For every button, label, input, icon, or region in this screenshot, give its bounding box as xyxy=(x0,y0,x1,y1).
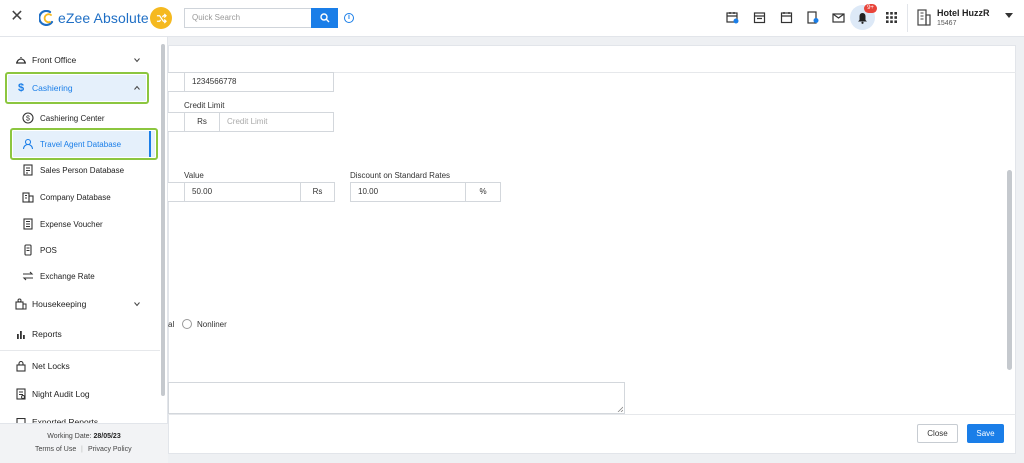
save-button[interactable]: Save xyxy=(967,424,1004,443)
logo-icon xyxy=(39,10,54,26)
calendar-check-icon[interactable] xyxy=(726,11,739,24)
brand-name: eZee Absolute xyxy=(58,10,149,26)
dollar-icon: $ xyxy=(17,82,25,94)
chevron-down-icon xyxy=(134,302,140,307)
sidebar-footer xyxy=(0,423,168,463)
search-button[interactable] xyxy=(311,8,338,28)
chevron-down-icon xyxy=(134,58,140,63)
close-button[interactable]: Close xyxy=(917,424,958,443)
radio-partial-label: al xyxy=(168,320,175,329)
document-badge-icon[interactable] xyxy=(806,11,819,24)
sidebar-item-company-database[interactable]: Company Database xyxy=(0,186,160,208)
discount-label: Discount on Standard Rates xyxy=(350,171,451,180)
resize-grip-icon[interactable] xyxy=(617,406,623,412)
working-date-label: Working Date: xyxy=(47,433,92,440)
lock-icon xyxy=(16,360,26,372)
sidebar-item-label: Housekeeping xyxy=(32,299,87,309)
sidebar-item-label: Expense Voucher xyxy=(40,219,103,229)
discount-input[interactable]: 10.00 xyxy=(350,182,466,202)
info-icon[interactable]: i xyxy=(344,13,354,23)
apps-grid-icon[interactable] xyxy=(886,12,897,23)
value-unit-addon: Rs xyxy=(300,182,335,202)
sidebar-item-night-audit-log[interactable]: Night Audit Log xyxy=(0,383,160,405)
user-icon xyxy=(22,138,34,150)
sidebar-item-reports[interactable]: Reports xyxy=(0,323,160,345)
calendar-list-icon[interactable] xyxy=(753,11,766,24)
sidebar-scrollbar-thumb[interactable] xyxy=(161,44,165,396)
sidebar-item-net-locks[interactable]: Net Locks xyxy=(0,355,160,377)
hotel-name[interactable]: Hotel HuzzR xyxy=(937,8,990,18)
privacy-link[interactable]: Privacy Policy xyxy=(88,446,132,453)
value-label: Value xyxy=(184,171,204,180)
sidebar-item-label: Net Locks xyxy=(32,361,70,371)
sidebar-item-exchange-rate[interactable]: Exchange Rate xyxy=(0,265,160,287)
sidebar-item-label: Sales Person Database xyxy=(40,165,125,175)
phone-prefix-field[interactable] xyxy=(168,72,185,92)
credit-currency-addon: Rs xyxy=(184,112,220,132)
bell-icon xyxy=(858,12,867,24)
sidebar-item-label: Cashiering xyxy=(32,83,73,93)
sidebar-item-pos[interactable]: POS xyxy=(0,239,160,261)
working-date: Working Date: 28/05/23 xyxy=(0,433,168,440)
sidebar-item-cashiering-center[interactable]: $ Cashiering Center xyxy=(0,107,160,129)
voucher-icon xyxy=(23,218,33,230)
calendar-icon[interactable] xyxy=(780,11,793,24)
sidebar-item-label: Front Office xyxy=(32,55,77,65)
sidebar-item-label: Travel Agent Database xyxy=(40,139,122,149)
value-prefix-field[interactable] xyxy=(168,182,185,202)
notification-badge: 9+ xyxy=(864,4,877,13)
bar-chart-icon xyxy=(17,331,25,339)
credit-limit-input[interactable]: Credit Limit xyxy=(219,112,334,132)
nonliner-label: Nonliner xyxy=(197,320,227,329)
main-scrollbar-thumb[interactable] xyxy=(1007,170,1012,370)
sidebar-item-label: Cashiering Center xyxy=(40,113,105,123)
nonliner-radio[interactable] xyxy=(182,319,192,329)
dollar-circle-icon: $ xyxy=(22,112,34,124)
credit-limit-label: Credit Limit xyxy=(184,101,225,110)
discount-unit-addon: % xyxy=(465,182,501,202)
top-bar: ✕ eZee Absolute Quick Search i 9+ Hotel … xyxy=(0,0,1024,37)
notes-textarea[interactable] xyxy=(168,382,625,414)
hotel-code: 15467 xyxy=(937,20,957,27)
value-input[interactable]: 50.00 xyxy=(184,182,301,202)
footer-separator: | xyxy=(81,446,83,453)
sidebar-item-expense-voucher[interactable]: Expense Voucher xyxy=(0,213,160,235)
quick-search-input[interactable]: Quick Search xyxy=(184,8,311,28)
chevron-up-icon xyxy=(134,85,140,90)
search-icon xyxy=(319,13,329,23)
working-date-value: 28/05/23 xyxy=(93,433,121,440)
sidebar-item-label: POS xyxy=(40,245,57,255)
sidebar-item-label: Exchange Rate xyxy=(40,271,95,281)
sidebar-item-front-office[interactable]: Front Office xyxy=(0,49,160,71)
hotel-building-icon xyxy=(917,9,931,26)
svg-text:$: $ xyxy=(26,116,30,123)
credit-prefix-field[interactable] xyxy=(168,112,185,132)
sidebar-item-housekeeping[interactable]: Housekeeping xyxy=(0,293,160,315)
building-icon xyxy=(22,192,34,203)
exchange-icon xyxy=(22,271,34,281)
credit-limit-placeholder: Credit Limit xyxy=(227,117,268,126)
shuffle-icon[interactable] xyxy=(150,7,172,29)
sidebar-item-travel-agent-database[interactable]: Travel Agent Database xyxy=(0,133,160,155)
topbar-divider xyxy=(907,4,908,32)
app-logo[interactable]: eZee Absolute xyxy=(39,9,149,27)
id-card-icon xyxy=(23,164,33,176)
pos-icon xyxy=(24,244,32,256)
footer-divider xyxy=(168,414,1016,415)
sidebar-item-label: Night Audit Log xyxy=(32,389,90,399)
close-menu-icon[interactable]: ✕ xyxy=(9,9,25,25)
mail-icon[interactable] xyxy=(832,11,845,24)
phone-field[interactable]: 1234566778 xyxy=(184,72,334,92)
terms-link[interactable]: Terms of Use xyxy=(35,446,76,453)
sidebar-item-cashiering[interactable]: $ Cashiering xyxy=(0,77,160,99)
log-icon xyxy=(16,388,26,400)
bell-desk-icon xyxy=(16,57,26,64)
sidebar-item-label: Reports xyxy=(32,329,62,339)
sidebar-item-label: Company Database xyxy=(40,192,111,202)
housekeeping-icon xyxy=(15,298,27,310)
hotel-dropdown-icon[interactable] xyxy=(1005,13,1013,18)
sidebar-item-sales-person-database[interactable]: Sales Person Database xyxy=(0,159,160,181)
sidebar-divider xyxy=(0,350,160,351)
